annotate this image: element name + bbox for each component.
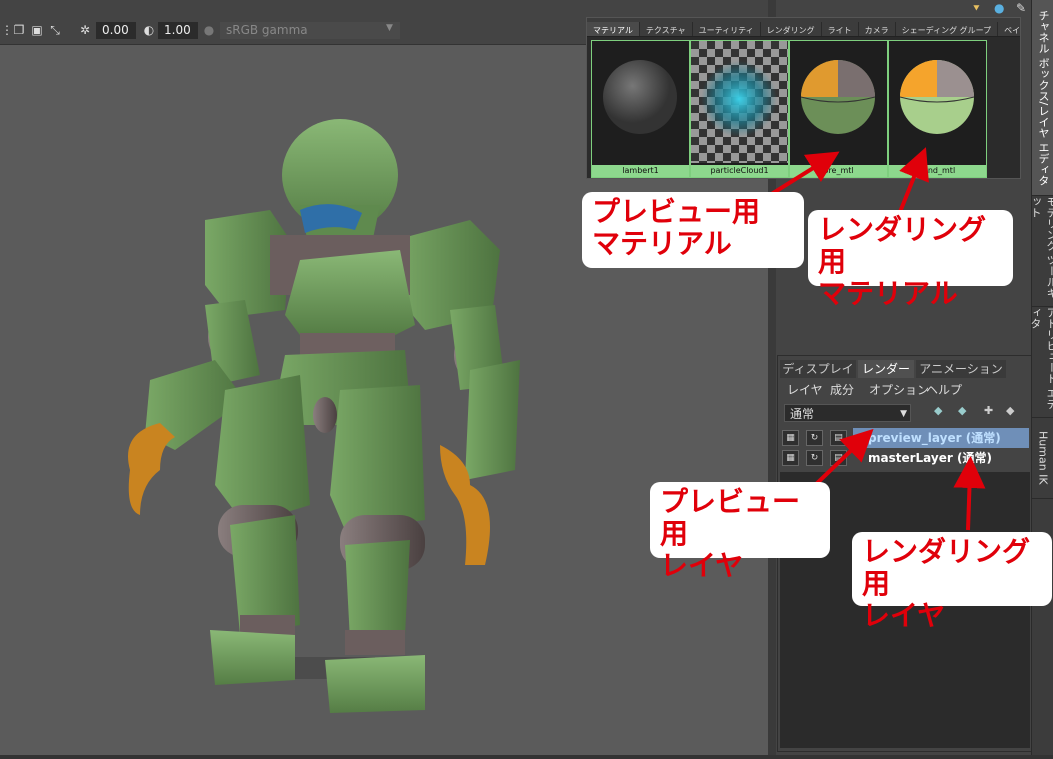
isolate-icon[interactable]: ❐	[12, 23, 26, 37]
callout-line: レイヤ	[660, 549, 744, 582]
recycle-icon[interactable]: ↻	[806, 430, 823, 446]
tab-textures[interactable]: テクスチャ	[640, 22, 693, 36]
callout-line: マテリアル	[592, 227, 732, 260]
material-preview	[899, 60, 975, 134]
tab-channel-box[interactable]: チャネル ボックス/レイヤ エディタ	[1032, 0, 1053, 196]
tab-modeling-toolkit[interactable]: モデリング ツールキット	[1029, 196, 1053, 307]
menu-options[interactable]: オプション	[869, 381, 929, 398]
callout-line: レイヤ	[862, 599, 946, 632]
side-tab-bar: チャネル ボックス/レイヤ エディタ モデリング ツールキット アトリビュート …	[1029, 0, 1053, 759]
color-space-select[interactable]: sRGB gamma	[220, 22, 400, 39]
layer-row-preview[interactable]: ▦ ↻ ▤ preview_layer (通常)	[778, 428, 1030, 448]
gamma-field[interactable]: 1.00	[158, 22, 198, 39]
tab-utilities[interactable]: ユーティリティ	[693, 22, 761, 36]
move-layer-down-icon[interactable]: ◆	[958, 404, 966, 417]
material-swatch-pre-mtl[interactable]: pre_mtl	[789, 40, 888, 178]
layer-mode-select[interactable]: 通常 ▼	[784, 404, 911, 422]
clapper-icon[interactable]: ▤	[830, 450, 847, 466]
callout-preview-material: プレビュー用 マテリアル	[582, 192, 804, 268]
exposure-icon[interactable]: ✲	[78, 23, 92, 37]
tab-animation[interactable]: アニメーション	[916, 360, 1006, 378]
layer-name[interactable]: preview_layer (通常)	[868, 430, 1001, 446]
material-swatch-particlecloud1[interactable]: particleCloud1	[690, 40, 789, 178]
layer-row-master[interactable]: ▦ ↻ ▤ masterLayer (通常)	[778, 448, 1030, 468]
color-manage-icon[interactable]: ●	[202, 23, 216, 37]
move-layer-up-icon[interactable]: ◆	[934, 404, 942, 417]
material-browser: マテリアル テクスチャ ユーティリティ レンダリング ライト カメラ シェーディング グルー…	[586, 17, 1021, 179]
gamma-icon[interactable]: ◐	[142, 23, 156, 37]
shade-icon[interactable]: ▣	[30, 23, 44, 37]
callout-line: レンダリング用	[818, 213, 987, 278]
layer-name[interactable]: masterLayer (通常)	[868, 450, 992, 466]
tab-rendering[interactable]: レンダリング	[761, 22, 822, 36]
material-name: pre_mtl	[790, 165, 887, 177]
material-swatch-lambert1[interactable]: lambert1	[591, 40, 690, 178]
edit-icon[interactable]: ✎	[1016, 1, 1026, 15]
callout-preview-layer: プレビュー用 レイヤ	[650, 482, 830, 582]
callout-render-layer: レンダリング用 レイヤ	[852, 532, 1052, 632]
material-name: rend_mtl	[889, 165, 986, 177]
render-toggle-icon[interactable]: ▦	[782, 450, 799, 466]
menu-help[interactable]: ヘルプ	[926, 381, 962, 398]
resize-icon[interactable]: ⤡	[48, 23, 62, 37]
tab-render[interactable]: レンダー	[858, 360, 914, 378]
tab-lights[interactable]: ライト	[822, 22, 859, 36]
tab-shading-groups[interactable]: シェーディング グループ	[896, 22, 999, 36]
layer-mode-value: 通常	[790, 407, 815, 421]
axis-icon[interactable]: ⯆	[972, 2, 981, 16]
material-preview	[691, 41, 788, 163]
tab-attribute-editor[interactable]: アトリビュート エディタ	[1029, 307, 1053, 418]
tab-cameras[interactable]: カメラ	[859, 22, 896, 36]
tab-materials[interactable]: マテリアル	[587, 22, 640, 36]
material-name: lambert1	[592, 165, 689, 177]
render-toggle-icon[interactable]: ▦	[782, 430, 799, 446]
chevron-down-icon[interactable]: ▼	[386, 23, 393, 33]
material-preview	[603, 60, 677, 134]
tab-human-ik[interactable]: Human IK	[1032, 418, 1053, 499]
callout-line: レンダリング用	[862, 535, 1031, 600]
callout-line: マテリアル	[818, 277, 958, 310]
callout-render-material: レンダリング用 マテリアル	[808, 210, 1013, 310]
callout-line: プレビュー用	[592, 195, 761, 228]
refresh-icon[interactable]: ●	[994, 1, 1004, 15]
menu-layers[interactable]: レイヤ	[787, 381, 823, 398]
new-layer-selected-icon[interactable]: ◆	[1006, 404, 1014, 417]
material-browser-tabs: マテリアル テクスチャ ユーティリティ レンダリング ライト カメラ シェーディング グルー…	[587, 18, 1020, 37]
tab-display[interactable]: ディスプレイ	[780, 360, 856, 378]
clapper-icon[interactable]: ▤	[830, 430, 847, 446]
chevron-down-icon: ▼	[900, 409, 907, 419]
material-swatch-rend-mtl[interactable]: rend_mtl	[888, 40, 987, 178]
new-layer-icon[interactable]: ✚	[984, 404, 993, 417]
menu-components[interactable]: 成分	[830, 381, 854, 398]
tab-bake-sets[interactable]: ベイク セッ	[998, 22, 1020, 36]
recycle-icon[interactable]: ↻	[806, 450, 823, 466]
material-preview	[800, 60, 876, 134]
bottom-bar	[0, 755, 1053, 759]
exposure-field[interactable]: 0.00	[96, 22, 136, 39]
callout-line: プレビュー用	[660, 485, 801, 550]
top-strip: ⯆ ● ✎	[776, 0, 1031, 17]
material-name: particleCloud1	[691, 165, 788, 177]
